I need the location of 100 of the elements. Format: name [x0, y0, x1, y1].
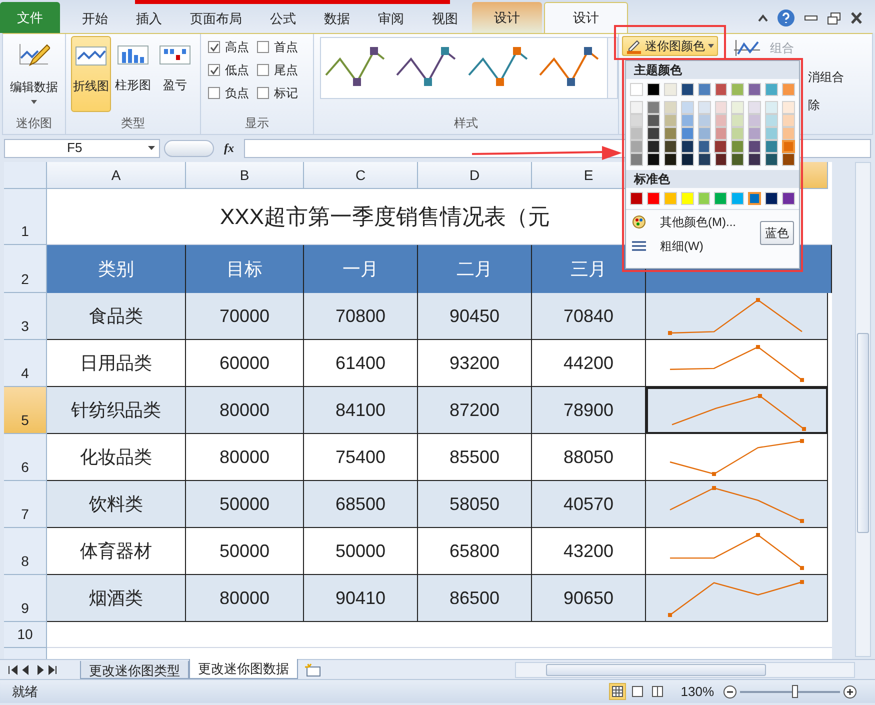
color-swatch[interactable]	[630, 114, 643, 127]
color-swatch[interactable]	[782, 140, 795, 153]
edit-data-button[interactable]: 编辑数据	[3, 34, 65, 114]
ribbon-tab[interactable]: 开始	[68, 5, 122, 33]
color-swatch[interactable]	[646, 153, 660, 166]
group-button[interactable]: 消组合	[808, 68, 844, 86]
ribbon-tab[interactable]: 页面布局	[176, 5, 256, 33]
color-swatch[interactable]	[714, 83, 728, 96]
color-swatch[interactable]	[680, 192, 694, 205]
color-swatch[interactable]	[714, 127, 728, 140]
color-swatch[interactable]	[731, 101, 744, 114]
color-swatch[interactable]	[698, 153, 711, 166]
color-swatch[interactable]	[714, 192, 728, 205]
row-header[interactable]: 5	[4, 387, 47, 434]
color-swatch[interactable]	[782, 114, 796, 127]
color-swatch[interactable]	[731, 127, 744, 140]
vertical-scrollbar[interactable]	[855, 162, 871, 657]
color-swatch[interactable]	[646, 101, 660, 114]
color-swatch[interactable]	[748, 101, 762, 114]
color-swatch[interactable]	[698, 114, 711, 127]
row-header[interactable]: 2	[4, 245, 47, 293]
color-swatch[interactable]	[698, 192, 710, 205]
color-swatch[interactable]	[680, 114, 694, 127]
row-header[interactable]: 10	[4, 622, 47, 648]
sparkline-type-button[interactable]: 盈亏	[155, 36, 195, 112]
color-swatch[interactable]	[630, 153, 643, 166]
color-swatch[interactable]	[630, 83, 643, 96]
color-swatch[interactable]	[664, 140, 677, 153]
color-swatch[interactable]	[731, 83, 744, 96]
ribbon-tab[interactable]: 设计	[544, 2, 628, 33]
color-swatch[interactable]	[765, 114, 778, 127]
color-swatch[interactable]	[646, 114, 660, 127]
row-header[interactable]: 6	[4, 434, 47, 481]
color-swatch[interactable]	[731, 153, 744, 166]
color-swatch[interactable]	[630, 127, 643, 140]
ribbon-tab[interactable]: 审阅	[364, 5, 418, 33]
color-swatch[interactable]	[680, 127, 694, 140]
column-header[interactable]: C	[304, 162, 418, 189]
color-swatch[interactable]	[664, 127, 677, 140]
checkbox[interactable]	[208, 64, 220, 76]
checkbox[interactable]	[208, 87, 220, 99]
color-swatch[interactable]	[714, 153, 728, 166]
color-swatch[interactable]	[731, 114, 744, 127]
color-swatch[interactable]	[782, 83, 796, 96]
color-swatch[interactable]	[698, 127, 711, 140]
color-swatch[interactable]	[680, 153, 694, 166]
color-swatch[interactable]	[646, 127, 660, 140]
row-header[interactable]: 3	[4, 293, 47, 340]
color-swatch[interactable]	[698, 83, 711, 96]
row-header[interactable]: 8	[4, 528, 47, 575]
gallery-scrollbar[interactable]	[608, 37, 618, 99]
show-option[interactable]: 标记	[257, 84, 306, 102]
color-swatch[interactable]	[765, 153, 778, 166]
color-swatch[interactable]	[714, 140, 728, 153]
color-swatch[interactable]	[664, 153, 677, 166]
horizontal-scrollbar[interactable]	[515, 662, 855, 678]
sheet-tab[interactable]: 更改迷你图类型	[80, 661, 189, 679]
zoom-out-icon[interactable]	[723, 684, 737, 698]
minimize-ribbon-icon[interactable]	[758, 14, 768, 22]
color-swatch[interactable]	[731, 192, 744, 205]
zoom-in-icon[interactable]	[843, 684, 857, 698]
zoom-slider-thumb[interactable]	[792, 684, 798, 698]
checkbox[interactable]	[257, 64, 269, 76]
ribbon-tab[interactable]: 插入	[122, 5, 176, 33]
color-swatch[interactable]	[748, 192, 762, 205]
column-header[interactable]: A	[47, 162, 186, 189]
color-swatch[interactable]	[698, 140, 710, 153]
ribbon-tab[interactable]: 公式	[256, 5, 310, 33]
ribbon-tab[interactable]: 数据	[310, 5, 364, 33]
color-swatch[interactable]	[664, 101, 677, 114]
color-swatch[interactable]	[698, 101, 711, 114]
color-swatch[interactable]	[765, 127, 778, 140]
color-swatch[interactable]	[664, 114, 677, 127]
color-swatch[interactable]	[748, 83, 762, 96]
color-swatch[interactable]	[664, 83, 677, 96]
formula-bar-splitter[interactable]	[164, 140, 214, 156]
color-swatch[interactable]	[748, 127, 762, 140]
color-swatch[interactable]	[680, 101, 694, 114]
group-button[interactable]: 除	[808, 96, 844, 114]
color-swatch[interactable]	[630, 192, 643, 205]
name-box[interactable]: F5	[4, 138, 160, 158]
color-swatch[interactable]	[630, 140, 643, 153]
ribbon-tab[interactable]: 文件	[0, 2, 60, 33]
color-swatch[interactable]	[748, 140, 762, 153]
show-option[interactable]: 负点	[208, 84, 257, 102]
help-icon[interactable]	[777, 9, 795, 27]
column-header[interactable]: D	[418, 162, 532, 189]
sparkline-type-button[interactable]: 折线图	[71, 36, 112, 112]
checkbox[interactable]	[257, 41, 269, 53]
zoom-level[interactable]: 130%	[680, 682, 714, 702]
row-header[interactable]: 7	[4, 481, 47, 528]
show-option[interactable]: 低点	[208, 61, 257, 79]
show-option[interactable]: 高点	[208, 38, 257, 56]
ribbon-tab[interactable]: 设计	[472, 2, 542, 33]
close-icon[interactable]	[850, 12, 863, 24]
color-swatch[interactable]	[731, 140, 744, 153]
color-swatch[interactable]	[714, 114, 728, 127]
column-header[interactable]: B	[186, 162, 304, 189]
axis-icon[interactable]	[732, 38, 762, 58]
color-swatch[interactable]	[664, 192, 677, 205]
